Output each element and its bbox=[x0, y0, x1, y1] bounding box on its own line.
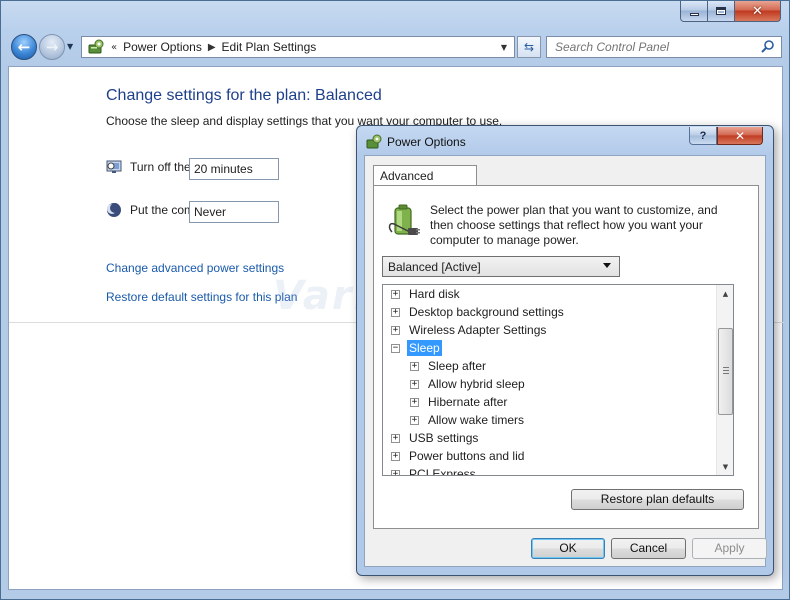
advanced-settings-panel: Select the power plan that you want to c… bbox=[373, 185, 759, 529]
tree-item-label: Desktop background settings bbox=[409, 305, 564, 319]
expand-icon[interactable]: + bbox=[391, 325, 400, 335]
maximize-icon bbox=[716, 7, 726, 15]
expand-icon[interactable]: + bbox=[391, 469, 400, 475]
power-options-icon bbox=[366, 134, 382, 150]
tree-item[interactable]: − Sleep bbox=[391, 339, 442, 357]
scroll-up-icon[interactable]: ▲ bbox=[717, 285, 733, 302]
forward-button[interactable]: → bbox=[39, 34, 65, 60]
minimize-icon bbox=[689, 12, 699, 16]
expand-icon[interactable]: + bbox=[391, 307, 400, 317]
power-options-dialog: Power Options ? ✕ Advanced settings Sele… bbox=[356, 125, 774, 576]
tree-item-label: Allow hybrid sleep bbox=[428, 377, 525, 391]
tree-item-label: Power buttons and lid bbox=[409, 449, 525, 463]
control-panel-icon bbox=[87, 39, 105, 55]
tree-item[interactable]: + USB settings bbox=[391, 429, 480, 447]
help-icon: ? bbox=[699, 129, 707, 142]
battery-icon bbox=[386, 202, 422, 238]
scrollbar-thumb[interactable] bbox=[718, 328, 733, 415]
address-bar[interactable]: « Power Options ▶ Edit Plan Settings ▼ bbox=[81, 36, 515, 58]
tree-item[interactable]: + Hard disk bbox=[391, 285, 462, 303]
power-plan-value: Balanced [Active] bbox=[388, 260, 481, 274]
tree-item-label: Wireless Adapter Settings bbox=[409, 323, 547, 337]
back-button[interactable]: ← bbox=[11, 34, 37, 60]
collapse-icon[interactable]: − bbox=[391, 343, 400, 353]
forward-arrow-icon: → bbox=[45, 38, 59, 56]
tree-item-label: Sleep bbox=[407, 340, 442, 356]
scroll-down-icon[interactable]: ▼ bbox=[717, 458, 733, 475]
settings-tree[interactable]: + Hard disk + Desktop background settings + W… bbox=[382, 284, 734, 476]
breadcrumb-edit-plan-settings[interactable]: Edit Plan Settings bbox=[222, 40, 317, 54]
expand-icon[interactable]: + bbox=[410, 397, 419, 407]
search-icon[interactable] bbox=[759, 38, 777, 56]
dialog-body: Advanced settings Select the power plan … bbox=[364, 155, 767, 567]
advanced-power-settings-link[interactable]: Change advanced power settings bbox=[106, 261, 284, 275]
tree-item[interactable]: + Desktop background settings bbox=[391, 303, 566, 321]
search-input[interactable] bbox=[553, 39, 759, 55]
tab-advanced-settings[interactable]: Advanced settings bbox=[373, 165, 477, 197]
expand-icon[interactable]: + bbox=[391, 451, 400, 461]
page-title: Change settings for the plan: Balanced bbox=[106, 87, 382, 104]
dialog-description: Select the power plan that you want to c… bbox=[430, 203, 718, 247]
close-icon: ✕ bbox=[752, 3, 763, 19]
cancel-button[interactable]: Cancel bbox=[611, 538, 686, 559]
breadcrumb-overflow-icon[interactable]: « bbox=[111, 42, 117, 53]
tree-item-label: PCI Express bbox=[409, 467, 476, 476]
tree-item[interactable]: + Sleep after bbox=[410, 357, 488, 375]
expand-icon[interactable]: + bbox=[391, 289, 400, 299]
tree-item-label: Hibernate after bbox=[428, 395, 508, 409]
maximize-button[interactable] bbox=[708, 1, 735, 22]
apply-button[interactable]: Apply bbox=[692, 538, 767, 559]
search-box[interactable] bbox=[546, 36, 782, 58]
display-icon bbox=[106, 159, 122, 175]
tree-scrollbar[interactable]: ▲ ▼ bbox=[716, 285, 733, 475]
expand-icon[interactable]: + bbox=[410, 379, 419, 389]
sleep-moon-icon bbox=[106, 202, 122, 218]
close-icon: ✕ bbox=[734, 128, 746, 143]
power-plan-select[interactable]: Balanced [Active] bbox=[382, 256, 620, 277]
breadcrumb-power-options[interactable]: Power Options bbox=[123, 40, 202, 54]
tree-item-label: Hard disk bbox=[409, 287, 460, 301]
address-history-dropdown[interactable]: ▼ bbox=[496, 39, 512, 55]
chevron-down-icon bbox=[603, 263, 611, 268]
tree-item-label: USB settings bbox=[409, 431, 479, 445]
restore-plan-defaults-button[interactable]: Restore plan defaults bbox=[571, 489, 744, 510]
tree-item[interactable]: + Wireless Adapter Settings bbox=[391, 321, 548, 339]
grip-icon bbox=[723, 367, 729, 368]
dialog-close-button[interactable]: ✕ bbox=[717, 127, 763, 145]
ok-button[interactable]: OK bbox=[531, 538, 605, 559]
display-timeout-select[interactable]: 20 minutes bbox=[189, 158, 279, 180]
tree-item[interactable]: + Allow wake timers bbox=[410, 411, 526, 429]
dialog-title: Power Options bbox=[387, 135, 466, 149]
refresh-icon: ⇆ bbox=[523, 40, 535, 54]
close-button[interactable]: ✕ bbox=[735, 1, 781, 22]
tree-item-label: Allow wake timers bbox=[428, 413, 525, 427]
expand-icon[interactable]: + bbox=[410, 415, 419, 425]
tree-item[interactable]: + Hibernate after bbox=[410, 393, 509, 411]
restore-default-settings-link[interactable]: Restore default settings for this plan bbox=[106, 290, 297, 304]
expand-icon[interactable]: + bbox=[391, 433, 400, 443]
refresh-button[interactable]: ⇆ bbox=[517, 36, 541, 58]
breadcrumb-separator-icon[interactable]: ▶ bbox=[208, 42, 216, 53]
navigation-bar: ← → ▼ « Power Options ▶ Edit Plan Settin… bbox=[9, 33, 785, 61]
recent-pages-dropdown[interactable]: ▼ bbox=[67, 42, 73, 51]
caption-buttons: ✕ bbox=[680, 1, 781, 22]
back-arrow-icon: ← bbox=[17, 38, 31, 56]
tree-item[interactable]: + PCI Express bbox=[391, 465, 478, 476]
tree-item-label: Sleep after bbox=[428, 359, 487, 373]
sleep-timeout-select[interactable]: Never bbox=[189, 201, 279, 223]
tree-item[interactable]: + Allow hybrid sleep bbox=[410, 375, 527, 393]
minimize-button[interactable] bbox=[680, 1, 708, 22]
help-button[interactable]: ? bbox=[689, 127, 717, 145]
expand-icon[interactable]: + bbox=[410, 361, 419, 371]
tree-item[interactable]: + Power buttons and lid bbox=[391, 447, 526, 465]
